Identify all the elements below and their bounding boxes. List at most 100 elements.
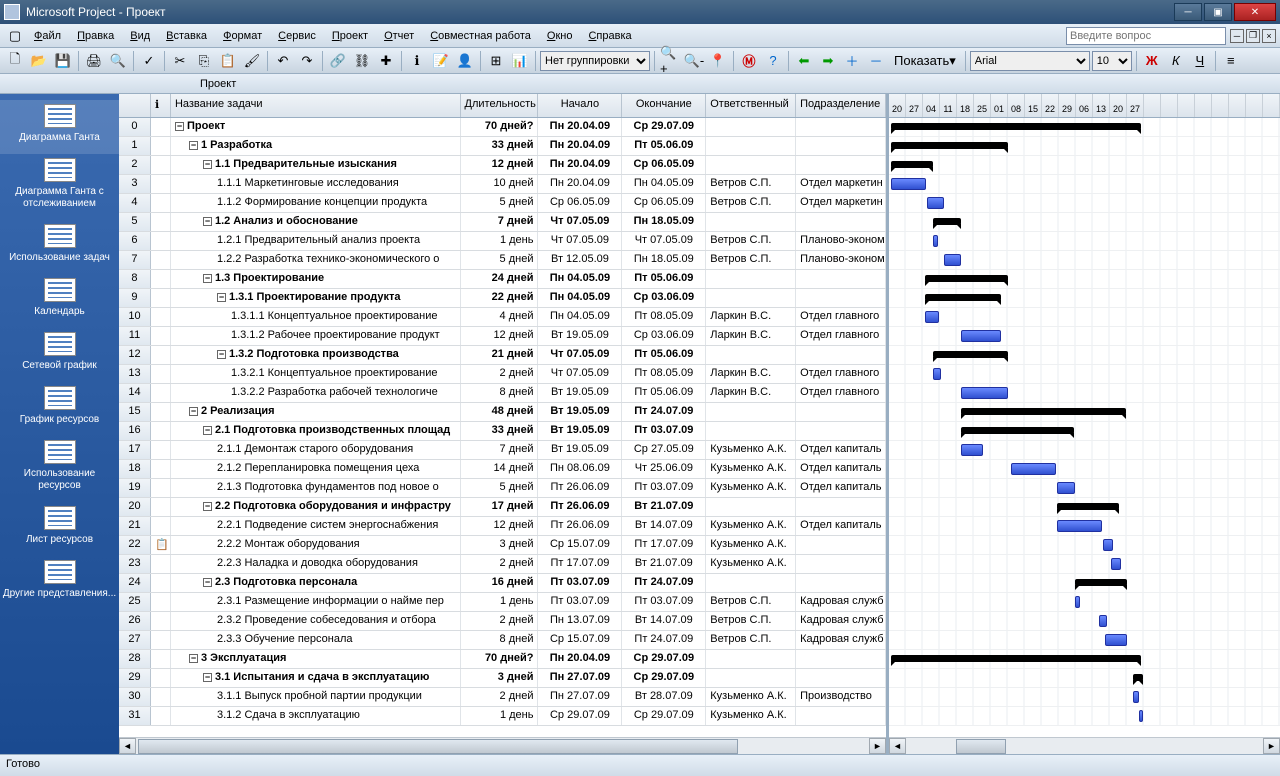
start-cell[interactable]: Пн 20.04.09 (538, 156, 622, 174)
info-cell[interactable] (151, 631, 171, 649)
dept-cell[interactable] (796, 403, 886, 421)
duration-cell[interactable]: 2 дней (461, 688, 539, 706)
summary-bar[interactable] (891, 123, 1141, 130)
duration-cell[interactable]: 16 дней (461, 574, 539, 592)
task-name[interactable]: −Проект (171, 118, 461, 136)
duration-cell[interactable]: 48 дней (461, 403, 539, 421)
start-cell[interactable]: Пн 20.04.09 (538, 137, 622, 155)
summary-bar[interactable] (925, 294, 1001, 301)
row-number[interactable]: 0 (119, 118, 151, 136)
row-number[interactable]: 16 (119, 422, 151, 440)
dept-cell[interactable] (796, 422, 886, 440)
sidebar-item[interactable]: Лист ресурсов (0, 502, 119, 556)
end-cell[interactable]: Ср 03.06.09 (622, 289, 706, 307)
info-cell[interactable] (151, 498, 171, 516)
duration-cell[interactable]: 3 дней (461, 669, 539, 687)
duration-cell[interactable]: 12 дней (461, 156, 539, 174)
task-bar[interactable] (933, 368, 941, 380)
info-cell[interactable] (151, 232, 171, 250)
start-cell[interactable]: Ср 29.07.09 (538, 707, 622, 725)
end-cell[interactable]: Пт 05.06.09 (622, 270, 706, 288)
info-cell[interactable] (151, 650, 171, 668)
sidebar-item[interactable]: Сетевой график (0, 328, 119, 382)
end-cell[interactable]: Ср 29.07.09 (622, 707, 706, 725)
duration-cell[interactable]: 14 дней (461, 460, 539, 478)
end-cell[interactable]: Ср 29.07.09 (622, 118, 706, 136)
task-bar[interactable] (1105, 634, 1127, 646)
end-cell[interactable]: Пн 04.05.09 (622, 175, 706, 193)
dept-cell[interactable]: Планово-эконом (796, 232, 886, 250)
outline-toggle-icon[interactable]: − (189, 407, 198, 416)
outline-toggle-icon[interactable]: − (203, 502, 212, 511)
outline-toggle-icon[interactable]: − (203, 578, 212, 587)
dept-cell[interactable] (796, 137, 886, 155)
nav-back-icon[interactable]: ⬅ (793, 50, 815, 72)
sidebar-item[interactable]: Использование ресурсов (0, 436, 119, 502)
task-bar[interactable] (1099, 615, 1107, 627)
link-icon[interactable]: 🔗 (327, 50, 349, 72)
task-name[interactable]: 1.3.2.1 Концептуальное проектирование (171, 365, 461, 383)
table-row[interactable]: 303.1.1 Выпуск пробной партии продукции2… (119, 688, 886, 707)
duration-cell[interactable]: 5 дней (461, 479, 539, 497)
notes-icon[interactable]: 📝 (430, 50, 452, 72)
dept-cell[interactable] (796, 650, 886, 668)
info-cell[interactable] (151, 707, 171, 725)
outline-toggle-icon[interactable]: − (203, 274, 212, 283)
expand-icon[interactable]: － (865, 50, 887, 72)
outline-toggle-icon[interactable]: − (203, 160, 212, 169)
resp-cell[interactable] (706, 213, 796, 231)
row-number[interactable]: 28 (119, 650, 151, 668)
info-cell[interactable] (151, 346, 171, 364)
close-button[interactable]: ✕ (1234, 3, 1276, 21)
task-bar[interactable] (1057, 482, 1075, 494)
assign-icon[interactable]: 👤 (454, 50, 476, 72)
task-bar[interactable] (1075, 596, 1080, 608)
save-icon[interactable]: 💾 (52, 50, 74, 72)
dept-cell[interactable]: Отдел главного (796, 365, 886, 383)
task-name[interactable]: 2.2.1 Подведение систем энергоснабжения (171, 517, 461, 535)
resp-cell[interactable]: Ветров С.П. (706, 612, 796, 630)
resp-cell[interactable]: Кузьменко А.К. (706, 460, 796, 478)
table-row[interactable]: 131.3.2.1 Концептуальное проектирование2… (119, 365, 886, 384)
end-cell[interactable]: Пт 24.07.09 (622, 403, 706, 421)
start-cell[interactable]: Пн 04.05.09 (538, 270, 622, 288)
duration-cell[interactable]: 7 дней (461, 213, 539, 231)
task-name[interactable]: −1.3.2 Подготовка производства (171, 346, 461, 364)
info-cell[interactable] (151, 517, 171, 535)
start-header[interactable]: Начало (538, 94, 622, 117)
new-icon[interactable]: 🗋 (4, 50, 26, 72)
unlink-icon[interactable]: ⛓ (351, 50, 373, 72)
table-row[interactable]: 2−1.1 Предварительные изыскания12 днейПн… (119, 156, 886, 175)
task-name[interactable]: 2.1.3 Подготовка фундаментов под новое о (171, 479, 461, 497)
dept-cell[interactable]: Отдел главного (796, 308, 886, 326)
gantt-scroll-thumb[interactable] (956, 739, 1006, 754)
start-cell[interactable]: Вт 12.05.09 (538, 251, 622, 269)
grouping-select[interactable]: Нет группировки (540, 51, 650, 71)
info-icon[interactable]: ℹ (406, 50, 428, 72)
maximize-button[interactable]: ▣ (1204, 3, 1232, 21)
table-row[interactable]: 1−1 Разработка33 днейПн 20.04.09Пт 05.06… (119, 137, 886, 156)
table-row[interactable]: 29−3.1 Испытания и сдача в эксплуатацию3… (119, 669, 886, 688)
task-name[interactable]: −1.3 Проектирование (171, 270, 461, 288)
start-cell[interactable]: Ср 15.07.09 (538, 536, 622, 554)
start-cell[interactable]: Пт 26.06.09 (538, 517, 622, 535)
task-name[interactable]: −3.1 Испытания и сдача в эксплуатацию (171, 669, 461, 687)
start-cell[interactable]: Пн 08.06.09 (538, 460, 622, 478)
table-row[interactable]: 15−2 Реализация48 днейВт 19.05.09Пт 24.0… (119, 403, 886, 422)
duration-cell[interactable]: 1 день (461, 232, 539, 250)
duration-cell[interactable]: 12 дней (461, 517, 539, 535)
info-cell[interactable] (151, 308, 171, 326)
info-cell[interactable] (151, 555, 171, 573)
end-cell[interactable]: Пт 08.05.09 (622, 308, 706, 326)
resp-cell[interactable]: Кузьменко А.К. (706, 479, 796, 497)
duration-cell[interactable]: 22 дней (461, 289, 539, 307)
task-bar[interactable] (927, 197, 944, 209)
summary-bar[interactable] (891, 655, 1141, 662)
row-number[interactable]: 9 (119, 289, 151, 307)
start-cell[interactable]: Вт 19.05.09 (538, 422, 622, 440)
dept-cell[interactable]: Производство (796, 688, 886, 706)
task-name[interactable]: 2.3.1 Размещение информации о найме пер (171, 593, 461, 611)
task-name[interactable]: −2.1 Подготовка производственных площад (171, 422, 461, 440)
doc-close[interactable]: × (1262, 29, 1276, 43)
collapse-icon[interactable]: ＋ (841, 50, 863, 72)
